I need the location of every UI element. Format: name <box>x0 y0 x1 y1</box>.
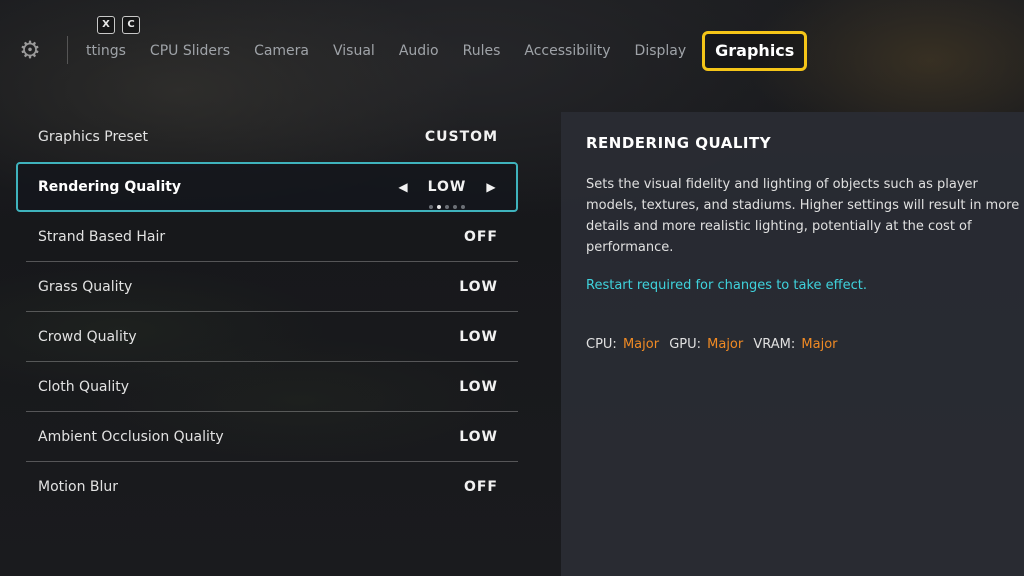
tab-graphics[interactable]: Graphics <box>702 31 808 71</box>
setting-label: Grass Quality <box>38 278 133 295</box>
setting-label: Motion Blur <box>38 479 119 495</box>
setting-label: Ambient Occlusion Quality <box>38 428 224 445</box>
setting-value: OFF <box>463 228 498 245</box>
setting-label: Crowd Quality <box>38 328 137 345</box>
setting-value: LOW <box>427 179 467 195</box>
tab-rules[interactable]: Rules <box>451 32 513 70</box>
setting-strand-based-hair[interactable]: Strand Based Hair OFF <box>26 212 518 262</box>
top-nav: X C ⚙ ttings CPU Sliders Camera Visual A… <box>0 0 1024 90</box>
setting-ambient-occlusion-quality[interactable]: Ambient Occlusion Quality LOW <box>26 412 518 462</box>
description-panel: RENDERING QUALITY Sets the visual fideli… <box>561 112 1024 576</box>
restart-note: Restart required for changes to take eff… <box>586 278 867 293</box>
tab-settings[interactable]: ttings <box>80 32 138 70</box>
tab-cpu-sliders[interactable]: CPU Sliders <box>138 32 242 70</box>
gpu-impact: Major <box>707 337 744 352</box>
cpu-impact: Major <box>622 337 660 352</box>
setting-value: LOW <box>459 328 498 345</box>
setting-graphics-preset[interactable]: Graphics Preset CUSTOM <box>26 112 518 162</box>
level-dot <box>453 205 457 209</box>
panel-title: RENDERING QUALITY <box>586 134 772 152</box>
setting-label: Graphics Preset <box>38 129 148 145</box>
tab-camera[interactable]: Camera <box>242 32 321 70</box>
setting-grass-quality[interactable]: Grass Quality LOW <box>26 262 518 312</box>
setting-label: Rendering Quality <box>38 179 182 195</box>
level-dot <box>461 205 465 209</box>
vram-impact: Major <box>801 337 838 352</box>
level-dot <box>429 205 433 209</box>
level-indicator <box>429 205 465 209</box>
panel-description: Sets the visual fidelity and lighting of… <box>586 177 1020 255</box>
tab-display[interactable]: Display <box>623 32 699 70</box>
nav-divider <box>67 36 68 64</box>
tab-accessibility[interactable]: Accessibility <box>512 32 622 70</box>
performance-impact: CPU: Major GPU: Major VRAM: Major <box>586 337 1000 352</box>
setting-value: OFF <box>463 479 498 495</box>
tab-visual[interactable]: Visual <box>321 32 387 70</box>
setting-cloth-quality[interactable]: Cloth Quality LOW <box>26 362 518 412</box>
arrow-left-icon[interactable]: ◀ <box>396 180 410 194</box>
level-dot <box>445 205 449 209</box>
level-dot-active <box>437 205 441 209</box>
tab-bar: ttings CPU Sliders Camera Visual Audio R… <box>80 31 808 71</box>
value-selector: ◀ LOW ▶ <box>396 179 498 209</box>
tab-audio[interactable]: Audio <box>387 32 451 70</box>
cpu-label: CPU: <box>586 337 617 352</box>
setting-value: LOW <box>459 278 498 295</box>
gear-icon[interactable]: ⚙ <box>18 38 42 62</box>
setting-value: LOW <box>459 378 498 395</box>
settings-list: Graphics Preset CUSTOM Rendering Quality… <box>16 112 518 512</box>
setting-label: Strand Based Hair <box>38 228 166 245</box>
setting-value: CUSTOM <box>424 129 498 145</box>
gpu-label: GPU: <box>669 337 701 352</box>
setting-rendering-quality[interactable]: Rendering Quality ◀ LOW ▶ <box>16 162 518 212</box>
setting-value: LOW <box>459 428 498 445</box>
arrow-right-icon[interactable]: ▶ <box>484 180 498 194</box>
setting-motion-blur[interactable]: Motion Blur OFF <box>26 462 518 512</box>
setting-crowd-quality[interactable]: Crowd Quality LOW <box>26 312 518 362</box>
setting-label: Cloth Quality <box>38 378 130 395</box>
vram-label: VRAM: <box>753 337 796 352</box>
